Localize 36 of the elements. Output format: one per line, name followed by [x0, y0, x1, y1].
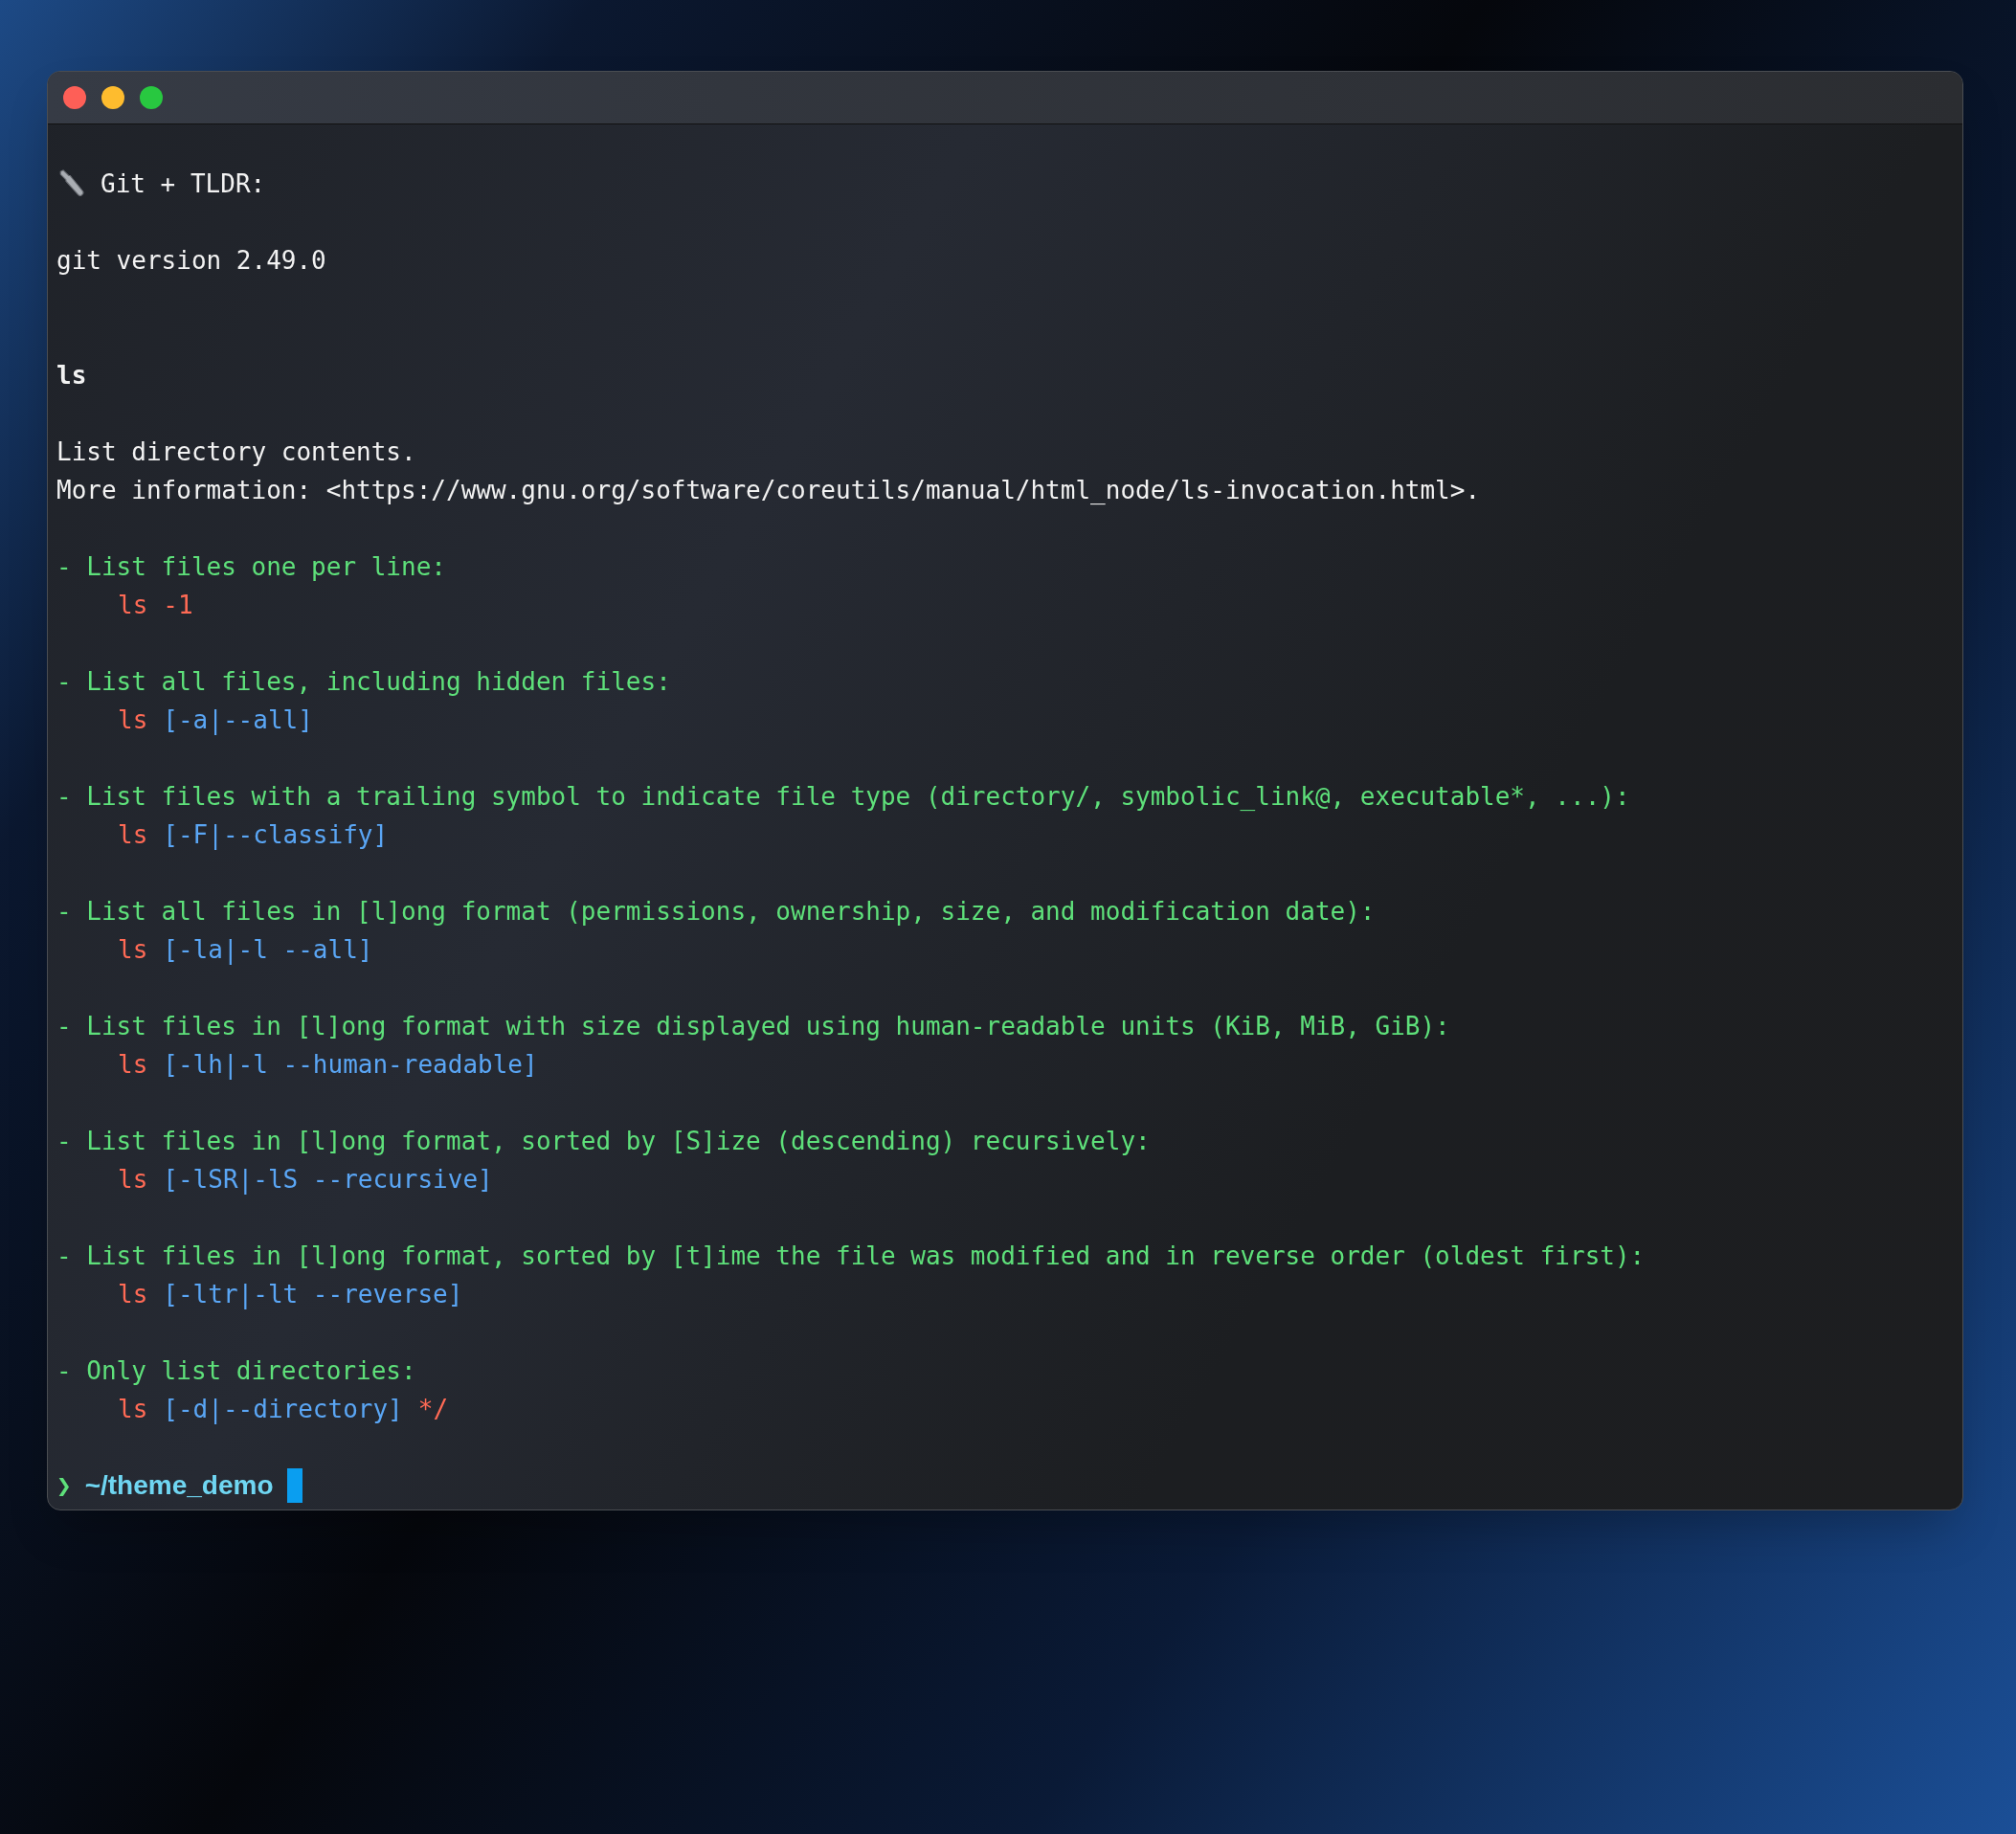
- minimize-window-button[interactable]: [101, 86, 124, 109]
- description-text: List directory contents.: [56, 436, 416, 468]
- command-token: [-F|--classify]: [163, 818, 389, 852]
- close-window-button[interactable]: [63, 86, 86, 109]
- command-token: */: [417, 1393, 449, 1425]
- example-description: - List files one per line:: [56, 550, 446, 583]
- command-token: ls: [118, 1393, 148, 1425]
- example-description: - List files in [l]ong format, sorted by [t]ime the file was modified and in reverse order (oldest first):: [56, 1240, 1646, 1272]
- command-token: [-lSR|-lS --recursive]: [163, 1163, 493, 1197]
- prompt-path: ~/theme_demo: [84, 1469, 274, 1502]
- text-cursor: [286, 1468, 302, 1503]
- more-info-text: More information: <https://www.gnu.org/software/coreutils/manual/html_node/ls-invocation.html>.: [56, 474, 1481, 506]
- example-description: - Only list directories:: [56, 1354, 416, 1387]
- command-token: [-lh|-l --human-readable]: [163, 1048, 538, 1082]
- command-token: [-a|--all]: [163, 704, 313, 737]
- example-description: - List all files in [l]ong format (permissions, ownership, size, and modification date):: [56, 895, 1376, 928]
- prompt-symbol: ❯: [56, 1469, 72, 1502]
- command-token: ls: [118, 704, 148, 736]
- command-token: [-d|--directory]: [163, 1393, 403, 1426]
- version-text: git version 2.49.0: [56, 244, 326, 277]
- command-token: ls: [118, 818, 148, 851]
- heading-text: Git + TLDR:: [101, 168, 266, 200]
- command-token: ls: [118, 1278, 148, 1310]
- example-description: - List files in [l]ong format with size displayed using human-readable units (KiB, MiB, GiB):: [56, 1010, 1450, 1042]
- command-token: -1: [163, 589, 193, 621]
- command-token: ls: [118, 1163, 148, 1196]
- command-token: ls: [118, 933, 148, 966]
- command-token: [-la|-l --all]: [163, 933, 373, 967]
- command-token: ls: [118, 589, 148, 621]
- example-description: - List all files, including hidden files:: [56, 665, 671, 698]
- zoom-window-button[interactable]: [140, 86, 163, 109]
- example-description: - List files with a trailing symbol to indicate file type (directory/, symbolic_link@, executable*, ...):: [56, 780, 1630, 813]
- command-token: ls: [118, 1048, 148, 1081]
- command-token: [-ltr|-lt --reverse]: [163, 1278, 463, 1311]
- example-description: - List files in [l]ong format, sorted by [S]ize (descending) recursively:: [56, 1125, 1151, 1157]
- page-title: ls: [56, 359, 87, 391]
